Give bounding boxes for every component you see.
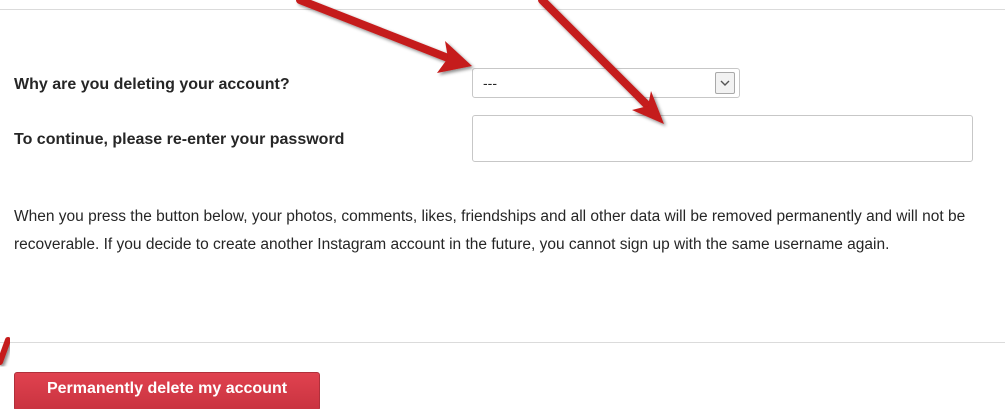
bottom-divider [0, 342, 1005, 343]
permanently-delete-button[interactable]: Permanently delete my account [14, 372, 320, 409]
reason-select[interactable]: --- [472, 68, 740, 98]
deletion-warning-text: When you press the button below, your ph… [14, 208, 966, 253]
red-arrow-icon [0, 337, 11, 365]
password-input[interactable] [472, 115, 973, 162]
password-label: To continue, please re-enter your passwo… [14, 131, 345, 148]
red-arrow-icon [296, 0, 472, 73]
chevron-down-icon[interactable] [715, 72, 735, 94]
top-divider [0, 9, 1005, 10]
red-arrow-icon [538, 0, 664, 124]
reason-label: Why are you deleting your account? [14, 76, 290, 93]
delete-account-page: Why are you deleting your account? --- T… [0, 0, 1005, 409]
reason-select-value: --- [483, 75, 497, 91]
